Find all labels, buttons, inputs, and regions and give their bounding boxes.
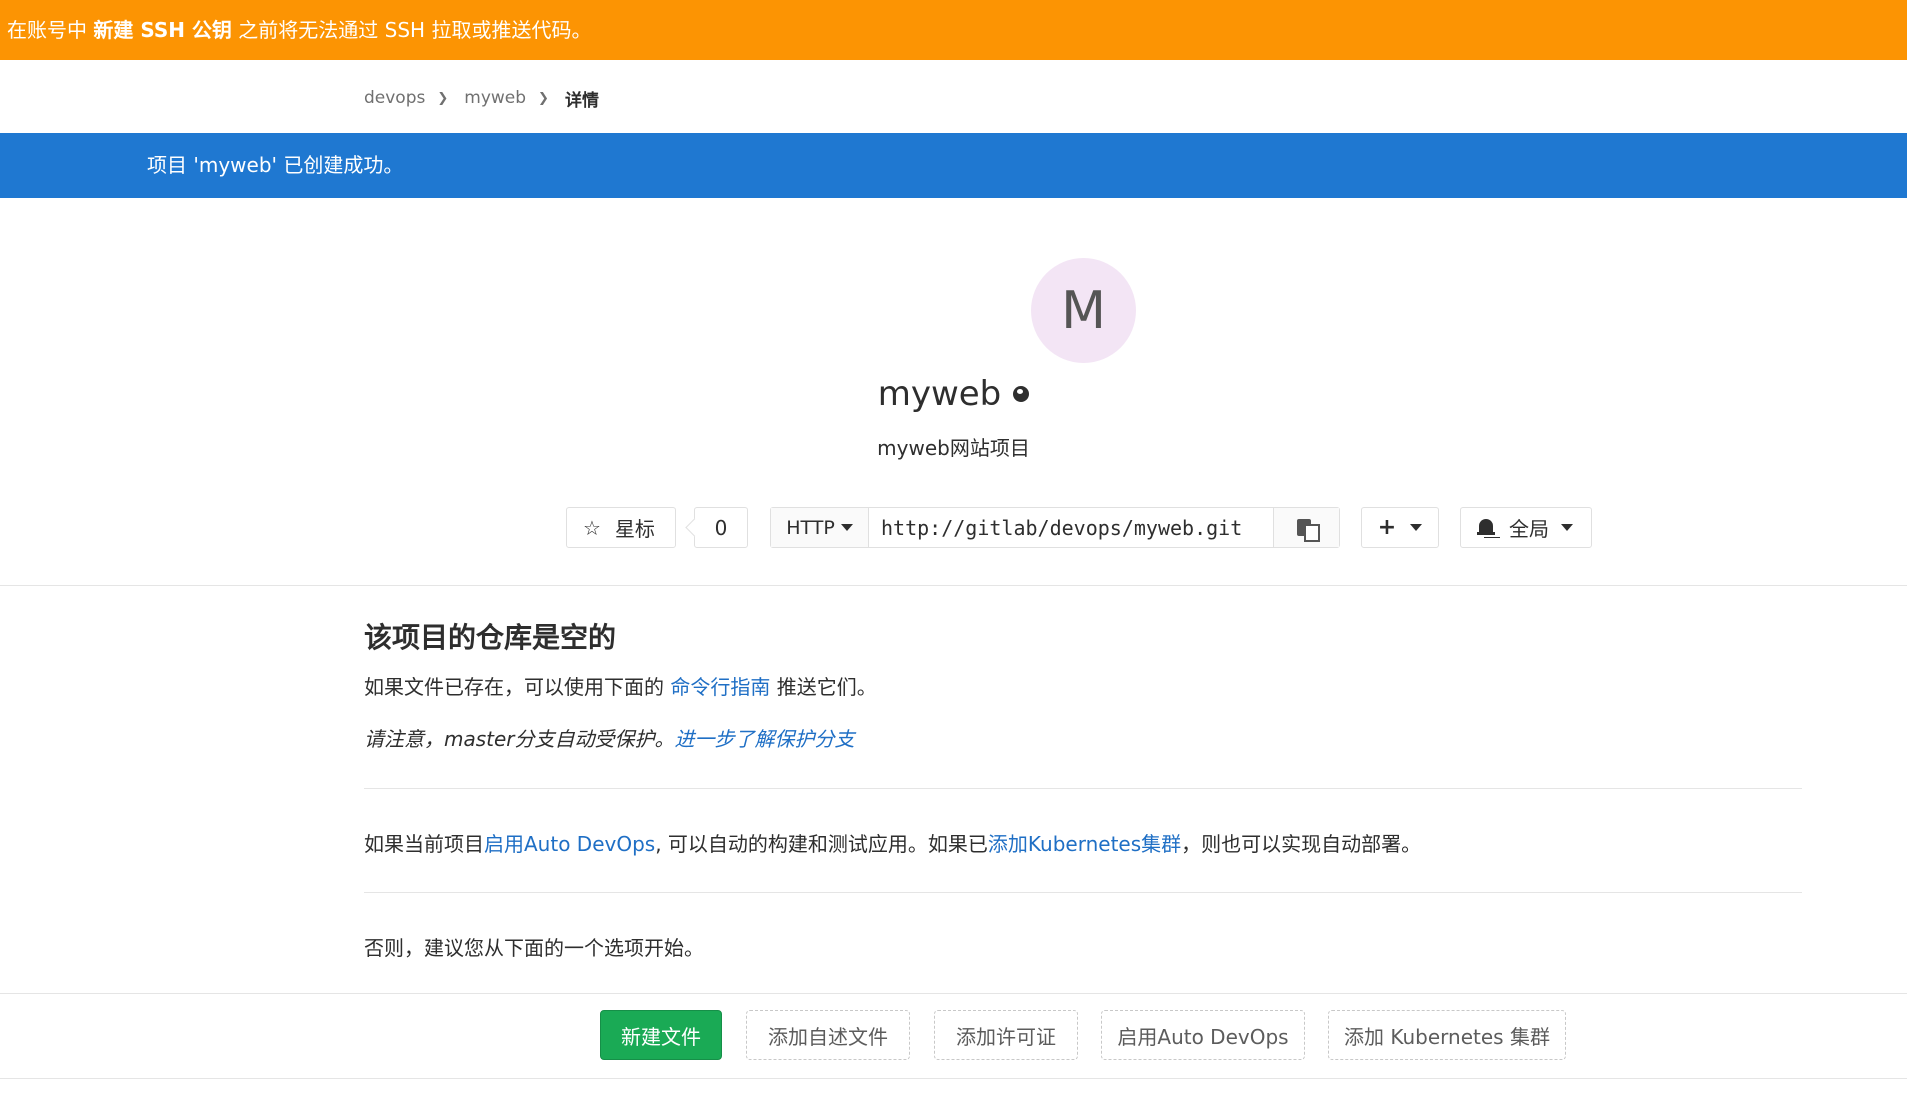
command-line-guide-link[interactable]: 命令行指南: [670, 675, 770, 699]
star-count[interactable]: 0: [694, 507, 748, 548]
ssh-key-warning-banner: 在账号中 新建 SSH 公钥 之前将无法通过 SSH 拉取或推送代码。: [0, 0, 1907, 60]
ssh-banner-suffix: 之前将无法通过 SSH 拉取或推送代码。: [231, 18, 592, 42]
clone-url-input[interactable]: http://gitlab/devops/myweb.git: [869, 516, 1273, 540]
add-new-dropdown[interactable]: +: [1361, 507, 1439, 548]
auto-devops-suffix: ，则也可以实现自动部署。: [1181, 832, 1422, 856]
star-button[interactable]: ☆ 星标: [566, 507, 676, 548]
globe-icon: [1013, 385, 1030, 402]
clone-url-group: HTTP http://gitlab/devops/myweb.git: [770, 507, 1340, 548]
push-instructions-suffix: 推送它们。: [770, 675, 877, 699]
flash-notice: 项目 'myweb' 已创建成功。: [0, 133, 1907, 198]
add-kubernetes-cluster-link[interactable]: 添加Kubernetes集群: [988, 832, 1181, 856]
breadcrumb: devops ❯ myweb ❯ 详情: [364, 86, 599, 111]
enable-auto-devops-link[interactable]: 启用Auto DevOps: [484, 832, 655, 856]
clone-protocol-dropdown[interactable]: HTTP: [771, 508, 869, 547]
section-divider: [364, 892, 1802, 893]
otherwise-hint: 否则，建议您从下面的一个选项开始。: [364, 936, 704, 960]
auto-devops-middle: , 可以自动的构建和测试应用。如果已: [655, 832, 988, 856]
add-kubernetes-cluster-button[interactable]: 添加 Kubernetes 集群: [1328, 1010, 1566, 1060]
breadcrumb-item-myweb[interactable]: myweb: [464, 88, 526, 108]
copy-url-button[interactable]: [1273, 508, 1339, 547]
avatar-letter: M: [1061, 280, 1106, 341]
push-instructions: 如果文件已存在，可以使用下面的 命令行指南 推送它们。: [364, 671, 877, 700]
project-title: myweb: [0, 374, 1907, 414]
star-count-value: 0: [714, 515, 728, 540]
breadcrumb-item-devops[interactable]: devops: [364, 88, 425, 108]
auto-devops-prefix: 如果当前项目: [364, 832, 484, 856]
enable-auto-devops-button[interactable]: 启用Auto DevOps: [1101, 1010, 1305, 1060]
protected-branch-text: 请注意，master分支自动受保护。: [364, 727, 675, 751]
ssh-banner-prefix: 在账号中: [7, 18, 94, 42]
protected-branch-note: 请注意，master分支自动受保护。进一步了解保护分支: [364, 723, 855, 752]
notification-dropdown[interactable]: 全局: [1460, 507, 1592, 548]
caret-down-icon: [840, 524, 853, 531]
caret-down-icon: [1561, 524, 1573, 531]
star-label: 星标: [614, 517, 655, 541]
project-avatar: M: [1031, 258, 1136, 363]
clipboard-icon: [1296, 517, 1320, 542]
chevron-right-icon: ❯: [538, 90, 549, 106]
breadcrumb-item-current[interactable]: 详情: [565, 86, 599, 111]
empty-repo-title: 该项目的仓库是空的: [364, 621, 617, 654]
add-readme-button[interactable]: 添加自述文件: [746, 1010, 910, 1060]
auto-devops-info: 如果当前项目启用Auto DevOps, 可以自动的构建和测试应用。如果已添加K…: [364, 828, 1421, 857]
plus-icon: +: [1377, 515, 1397, 540]
star-icon: ☆: [583, 515, 601, 540]
caret-down-icon: [1410, 524, 1423, 531]
chevron-right-icon: ❯: [437, 90, 449, 106]
push-instructions-prefix: 如果文件已存在，可以使用下面的: [364, 675, 671, 699]
flash-message: 项目 'myweb' 已创建成功。: [147, 153, 404, 177]
protected-branches-link[interactable]: 进一步了解保护分支: [675, 727, 855, 751]
bell-icon: [1477, 518, 1495, 538]
section-divider: [364, 788, 1802, 789]
notification-label: 全局: [1509, 517, 1549, 541]
project-name: myweb: [877, 374, 1002, 414]
add-license-button[interactable]: 添加许可证: [934, 1010, 1078, 1060]
project-description: myweb网站项目: [877, 436, 1030, 460]
clone-protocol-label: HTTP: [786, 516, 835, 539]
new-file-button[interactable]: 新建文件: [600, 1010, 722, 1060]
add-ssh-key-link[interactable]: 新建 SSH 公钥: [93, 18, 232, 42]
header-divider: [0, 585, 1907, 586]
